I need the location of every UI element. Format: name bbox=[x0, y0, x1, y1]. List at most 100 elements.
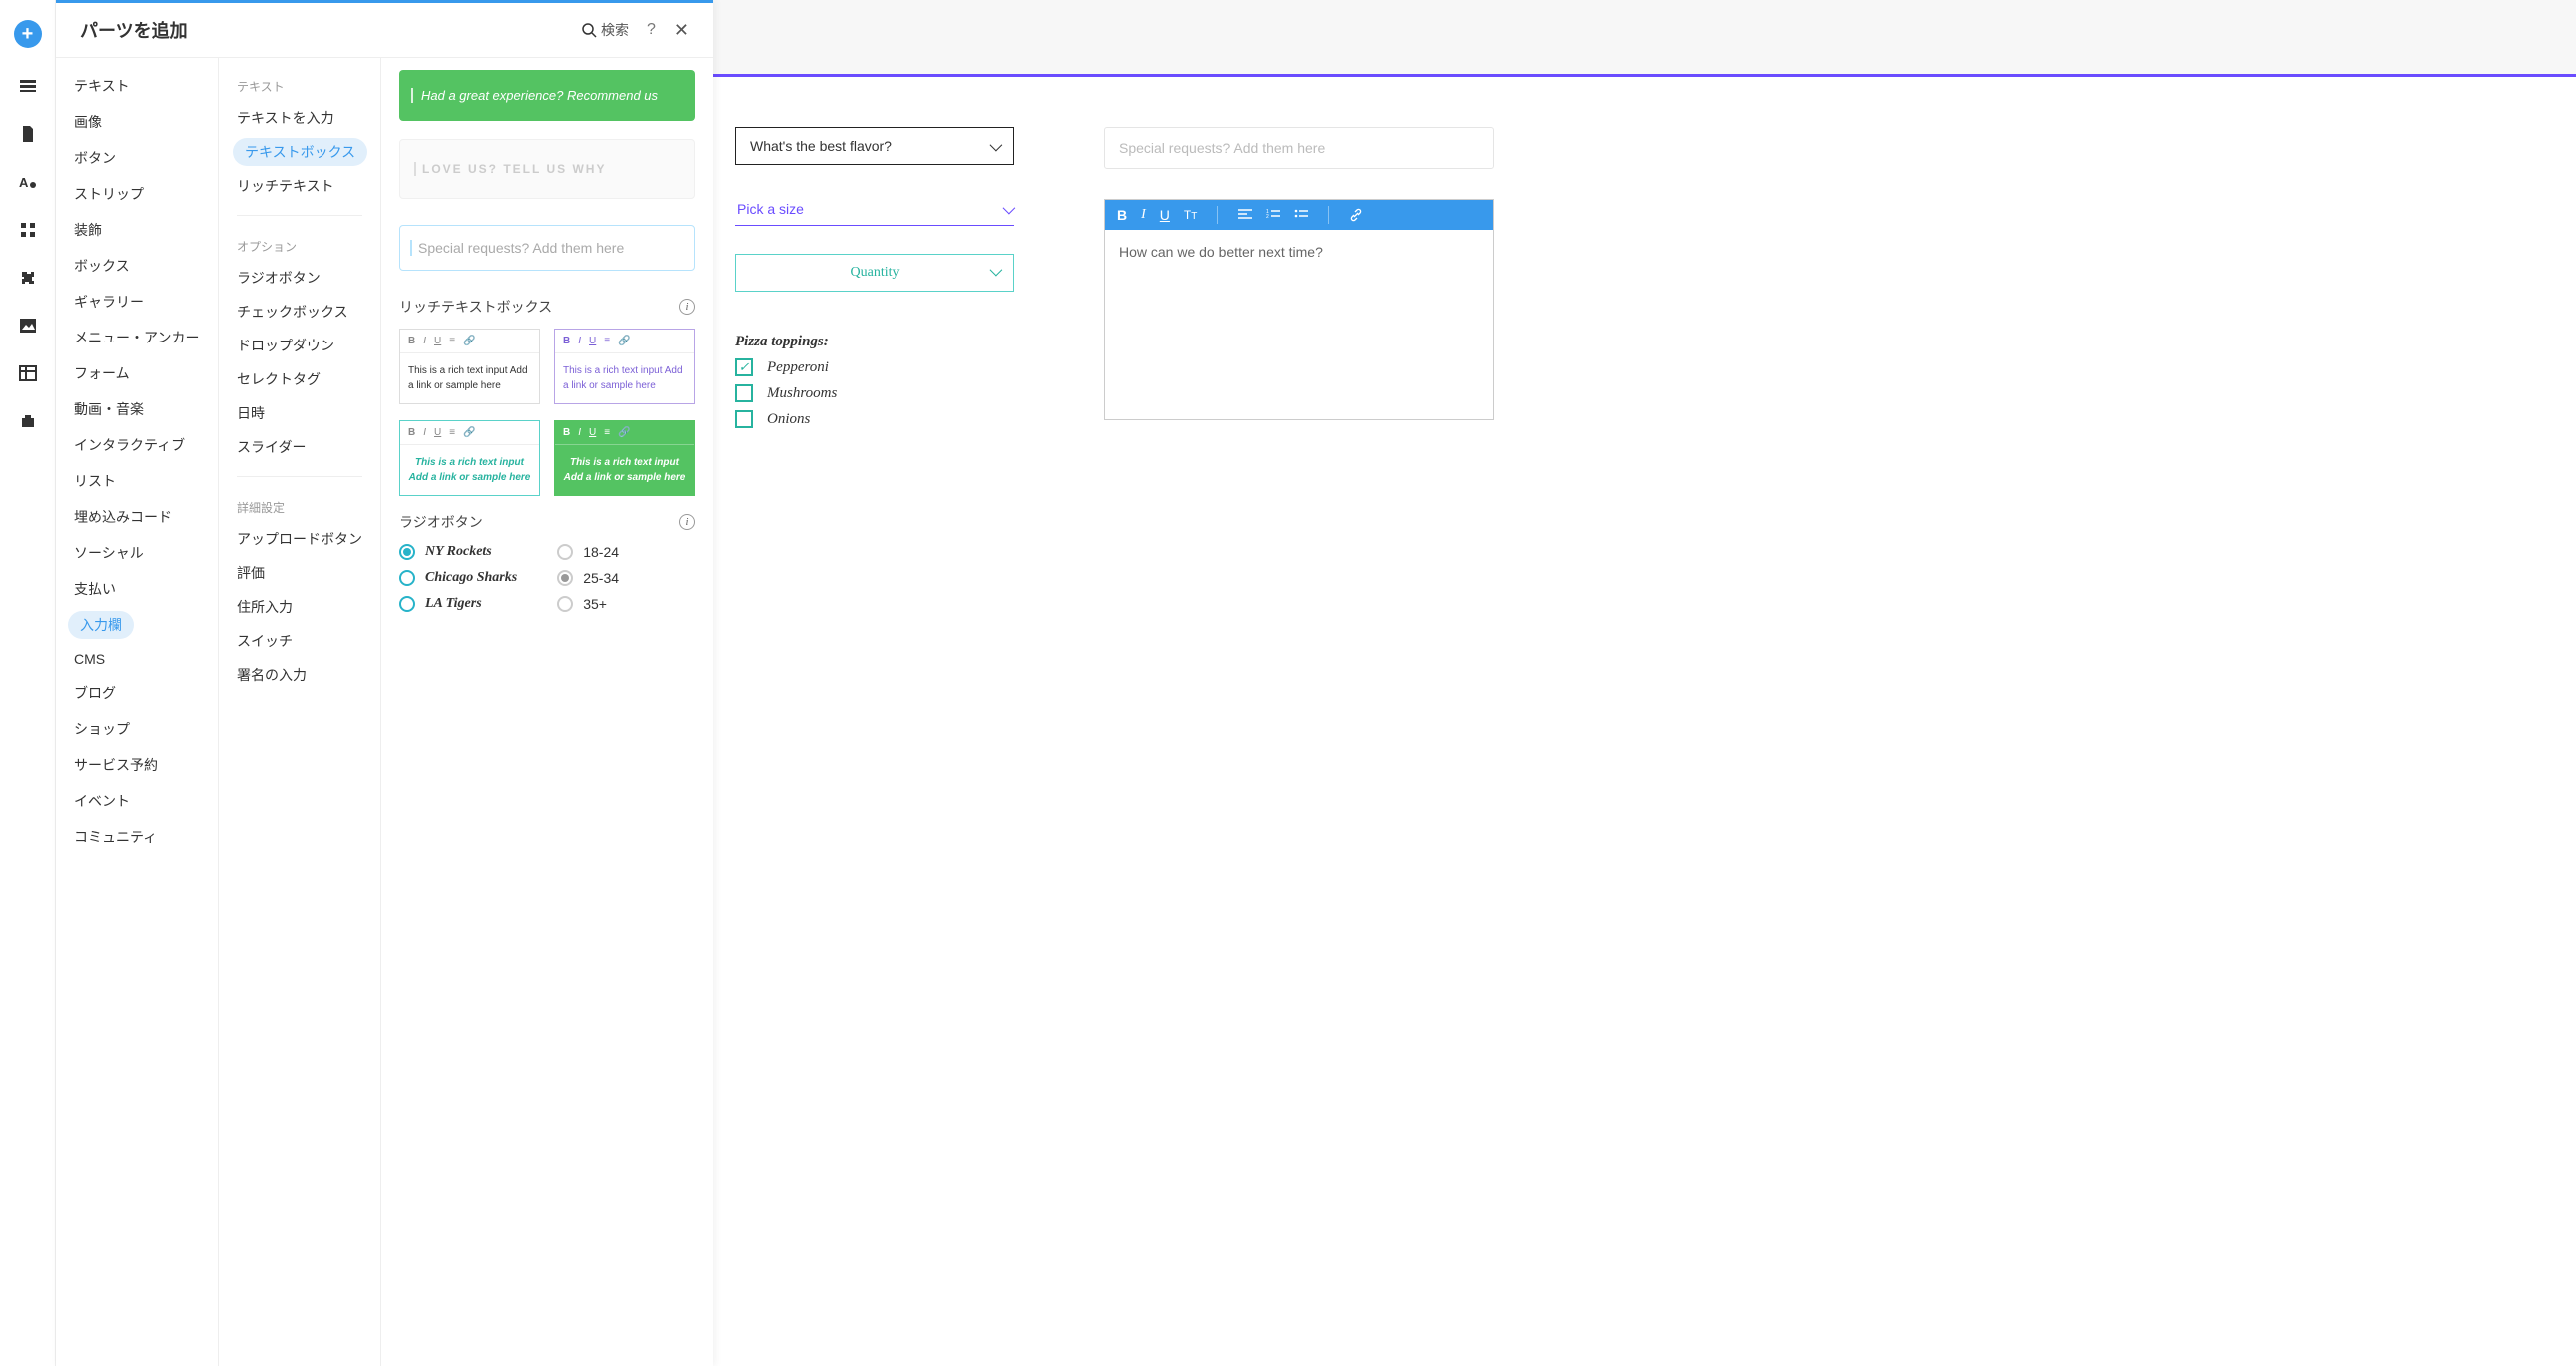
category-item[interactable]: ソーシャル bbox=[56, 535, 218, 571]
dropdown-flavor[interactable]: What's the best flavor? bbox=[735, 127, 1014, 165]
underline-icon[interactable]: U bbox=[1160, 207, 1170, 223]
sections-icon[interactable] bbox=[18, 76, 38, 96]
richtext-preview-greenfill[interactable]: BIU≡🔗 This is a rich text input Add a li… bbox=[554, 420, 695, 496]
sub-item[interactable]: 評価 bbox=[219, 556, 380, 590]
bullet-list-icon[interactable] bbox=[1294, 209, 1308, 221]
radio-option[interactable]: 25-34 bbox=[557, 570, 619, 586]
sub-item[interactable]: ドロップダウン bbox=[219, 329, 380, 362]
search-button[interactable]: 検索 bbox=[581, 20, 629, 40]
special-requests-input[interactable]: Special requests? Add them here bbox=[1104, 127, 1494, 169]
sub-item[interactable]: 日時 bbox=[219, 396, 380, 430]
richtext-preview-teal[interactable]: BIU≡🔗 This is a rich text input Add a li… bbox=[399, 420, 540, 496]
radio-option[interactable]: LA Tigers bbox=[399, 596, 517, 612]
bold-icon[interactable]: B bbox=[1117, 207, 1127, 223]
panel-header: パーツを追加 検索 ? ✕ bbox=[56, 3, 713, 58]
canvas-page: What's the best flavor? Pick a size Quan… bbox=[713, 74, 2576, 1366]
addons-icon[interactable] bbox=[18, 268, 38, 288]
category-item[interactable]: インタラクティブ bbox=[56, 427, 218, 463]
radio-icon bbox=[399, 596, 415, 612]
category-item[interactable]: 装飾 bbox=[56, 212, 218, 248]
category-item[interactable]: テキスト bbox=[56, 68, 218, 104]
radio-label: Chicago Sharks bbox=[425, 570, 517, 586]
search-label: 検索 bbox=[601, 20, 629, 40]
data-icon[interactable] bbox=[18, 363, 38, 383]
radio-icon bbox=[399, 544, 415, 560]
svg-text:A: A bbox=[19, 175, 29, 190]
help-icon[interactable]: ? bbox=[647, 21, 656, 39]
category-item[interactable]: ブログ bbox=[56, 675, 218, 711]
sub-item[interactable]: セレクトタグ bbox=[219, 362, 380, 396]
sub-item[interactable]: ラジオボタン bbox=[219, 261, 380, 295]
italic-icon[interactable]: I bbox=[1141, 207, 1146, 223]
text-format-icon[interactable]: TT bbox=[1184, 208, 1197, 222]
category-item[interactable]: CMS bbox=[56, 643, 218, 675]
category-item[interactable]: ギャラリー bbox=[56, 284, 218, 320]
add-element-button[interactable]: + bbox=[14, 20, 42, 48]
sub-item[interactable]: アップロードボタン bbox=[219, 522, 380, 556]
page-icon[interactable] bbox=[18, 124, 38, 144]
sub-item[interactable]: 住所入力 bbox=[219, 590, 380, 624]
radio-option[interactable]: 35+ bbox=[557, 596, 619, 612]
toppings-title: Pizza toppings: bbox=[735, 334, 1014, 350]
category-item[interactable]: リスト bbox=[56, 463, 218, 499]
sub-item[interactable]: スライダー bbox=[219, 430, 380, 464]
category-item[interactable]: 支払い bbox=[56, 571, 218, 607]
sub-item[interactable]: 署名の入力 bbox=[219, 658, 380, 692]
rich-text-editor[interactable]: B I U TT 12 How can we do better next ti… bbox=[1104, 199, 1494, 420]
link-icon[interactable] bbox=[1349, 208, 1363, 222]
left-icon-rail: + A bbox=[0, 0, 56, 1366]
category-item[interactable]: メニュー・アンカー bbox=[56, 320, 218, 355]
category-item[interactable]: フォーム bbox=[56, 355, 218, 391]
radio-option[interactable]: 18-24 bbox=[557, 544, 619, 560]
tools-icon[interactable] bbox=[18, 411, 38, 431]
sub-item[interactable]: チェックボックス bbox=[219, 295, 380, 329]
checkbox-item[interactable]: Onions bbox=[735, 410, 1014, 428]
textbox-preview-outlined[interactable]: Special requests? Add them here bbox=[399, 225, 695, 271]
category-item[interactable]: ストリップ bbox=[56, 176, 218, 212]
chevron-down-icon bbox=[1003, 201, 1012, 217]
radio-option[interactable]: Chicago Sharks bbox=[399, 570, 517, 586]
align-left-icon[interactable] bbox=[1238, 209, 1252, 221]
info-icon[interactable]: i bbox=[679, 514, 695, 530]
category-item[interactable]: ボックス bbox=[56, 248, 218, 284]
rich-text-toolbar: B I U TT 12 bbox=[1105, 200, 1493, 230]
category-item[interactable]: ショップ bbox=[56, 711, 218, 747]
dropdown-quantity[interactable]: Quantity bbox=[735, 254, 1014, 292]
category-item[interactable]: 画像 bbox=[56, 104, 218, 140]
apps-icon[interactable] bbox=[18, 220, 38, 240]
subcategory-column: テキストテキストを入力テキストボックスリッチテキストオプションラジオボタンチェッ… bbox=[219, 58, 381, 1366]
checkbox-item[interactable]: Mushrooms bbox=[735, 384, 1014, 402]
sub-item[interactable]: テキストボックス bbox=[233, 138, 367, 166]
sub-section-title: オプション bbox=[219, 228, 380, 261]
rich-text-body[interactable]: How can we do better next time? bbox=[1105, 230, 1493, 419]
design-icon[interactable]: A bbox=[18, 172, 38, 192]
sub-section-title: 詳細設定 bbox=[219, 489, 380, 522]
checkbox-label: Mushrooms bbox=[767, 385, 837, 402]
info-icon[interactable]: i bbox=[679, 299, 695, 315]
richtext-preview-purple[interactable]: BIU≡🔗 This is a rich text input Add a li… bbox=[554, 329, 695, 404]
dropdown-size[interactable]: Pick a size bbox=[735, 193, 1014, 226]
numbered-list-icon[interactable]: 12 bbox=[1266, 209, 1280, 221]
media-icon[interactable] bbox=[18, 316, 38, 336]
checkbox-item[interactable]: ✓Pepperoni bbox=[735, 358, 1014, 376]
close-icon[interactable]: ✕ bbox=[674, 20, 689, 41]
category-item[interactable]: イベント bbox=[56, 783, 218, 819]
category-item[interactable]: サービス予約 bbox=[56, 747, 218, 783]
richtext-preview-default[interactable]: BIU≡🔗 This is a rich text input Add a li… bbox=[399, 329, 540, 404]
category-item[interactable]: 動画・音楽 bbox=[56, 391, 218, 427]
radio-option[interactable]: NY Rockets bbox=[399, 544, 517, 560]
radio-icon bbox=[557, 544, 573, 560]
sub-item[interactable]: スイッチ bbox=[219, 624, 380, 658]
category-item[interactable]: 埋め込みコード bbox=[56, 499, 218, 535]
textbox-preview-grey[interactable]: LOVE US? TELL US WHY bbox=[399, 139, 695, 199]
search-icon bbox=[581, 22, 597, 38]
textbox-preview-green[interactable]: Had a great experience? Recommend us bbox=[399, 70, 695, 121]
category-item[interactable]: コミュニティ bbox=[56, 819, 218, 855]
checkbox-label: Pepperoni bbox=[767, 359, 829, 376]
sub-item[interactable]: リッチテキスト bbox=[219, 169, 380, 203]
radio-label: LA Tigers bbox=[425, 596, 482, 612]
category-item[interactable]: ボタン bbox=[56, 140, 218, 176]
sub-item[interactable]: テキストを入力 bbox=[219, 101, 380, 135]
category-item[interactable]: 入力欄 bbox=[68, 611, 134, 639]
radio-icon bbox=[557, 570, 573, 586]
